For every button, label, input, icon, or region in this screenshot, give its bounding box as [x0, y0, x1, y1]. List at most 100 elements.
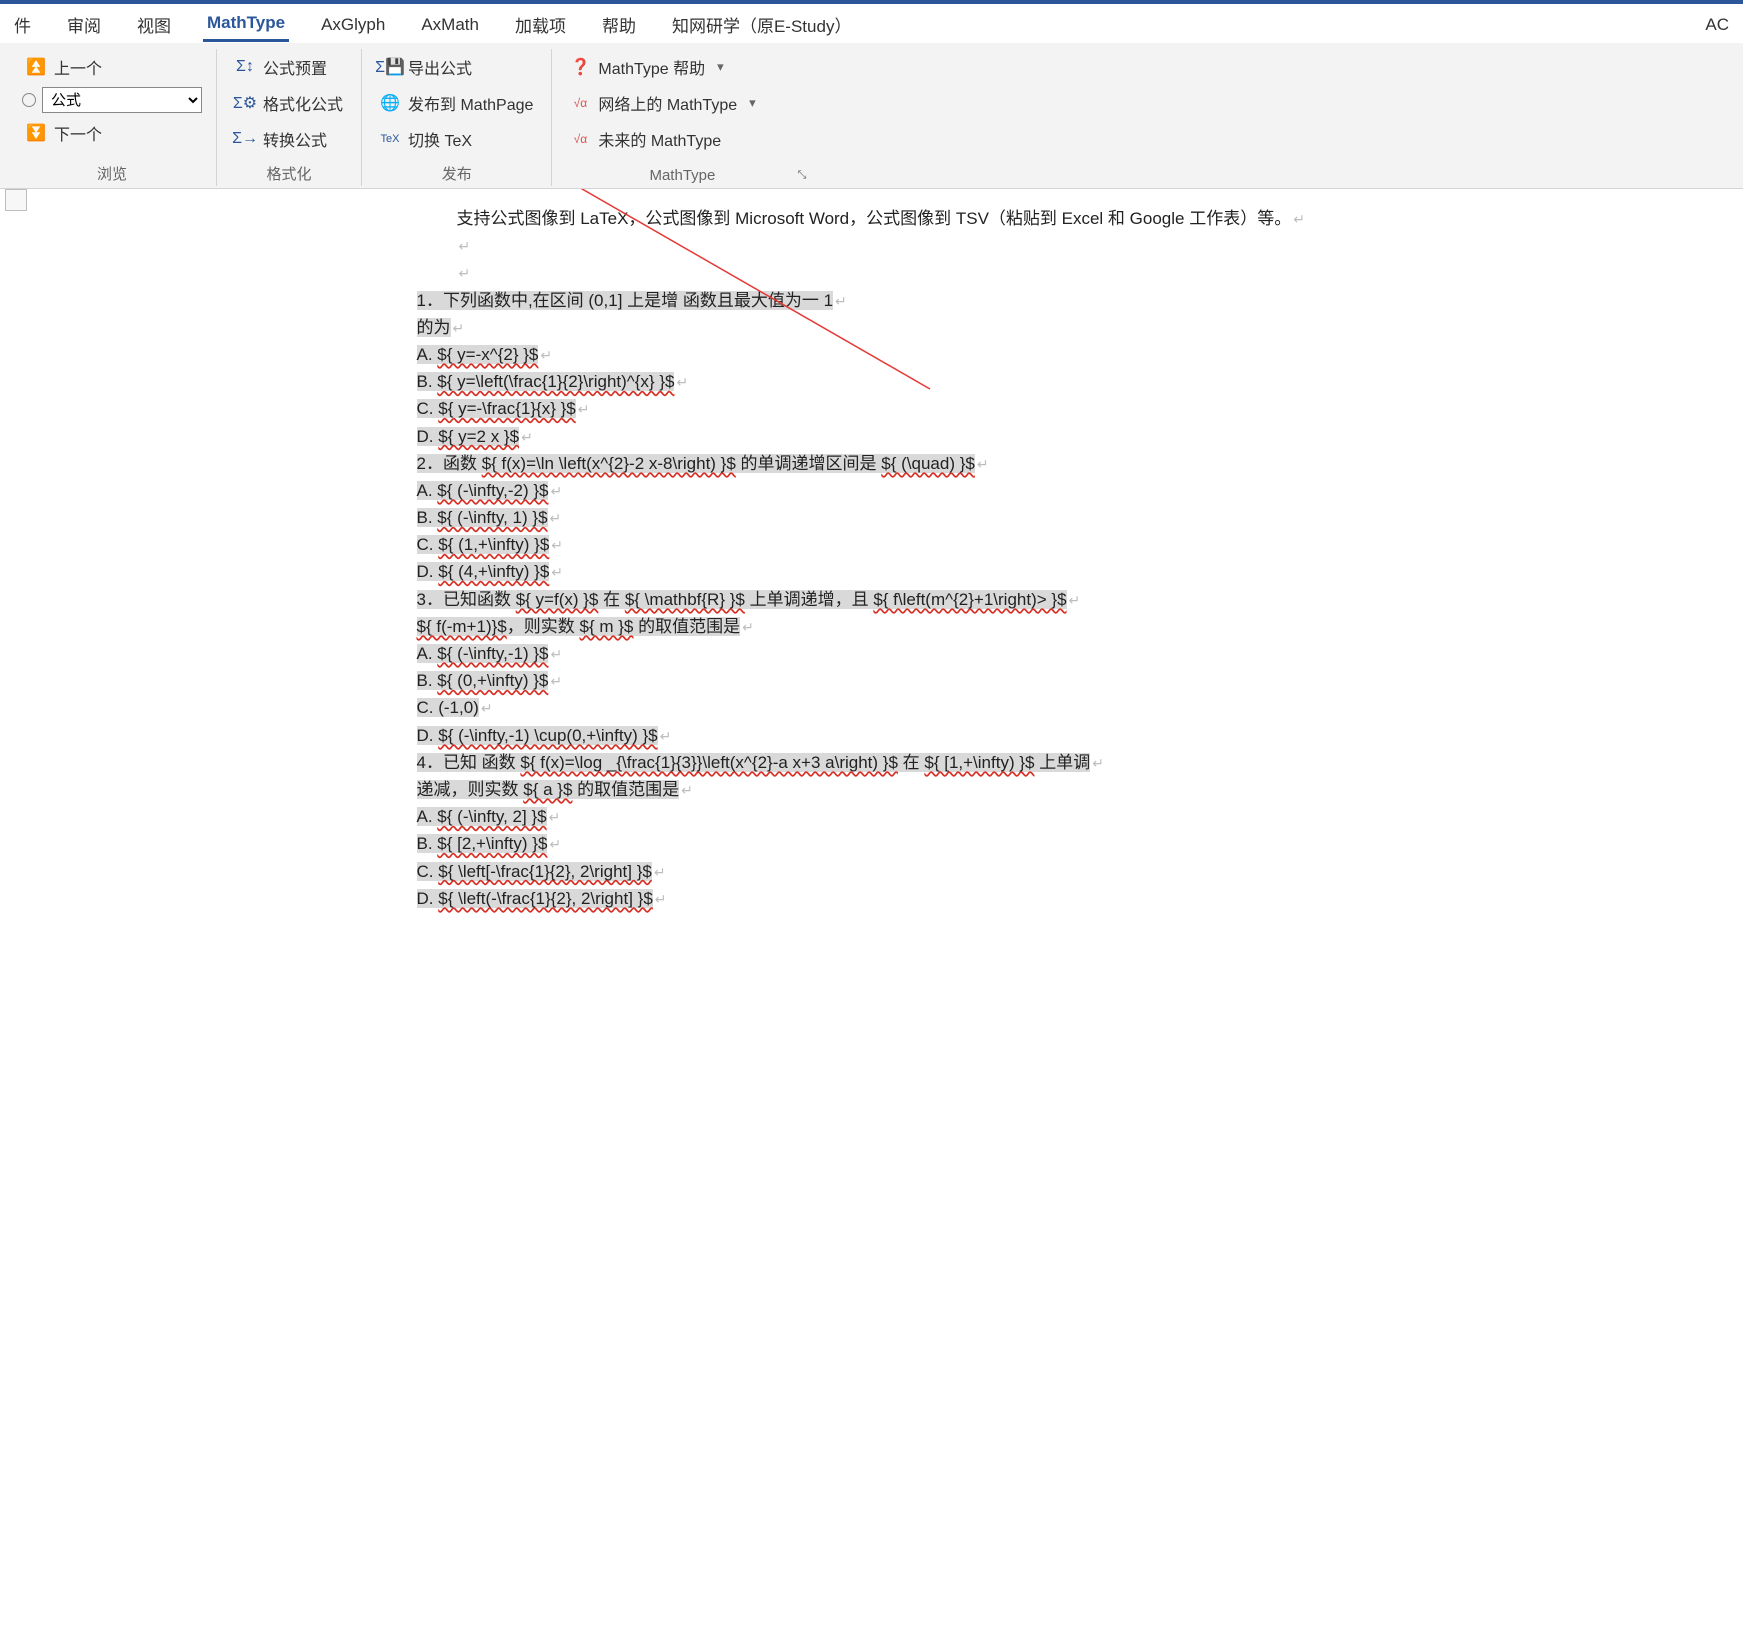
paragraph-mark-icon: ↵ — [835, 293, 847, 309]
mathtype-web-label: 网络上的 MathType — [598, 91, 737, 115]
mathtype-future-button[interactable]: √α 未来的 MathType — [566, 125, 798, 153]
doc-line: C. ${ (1,+\infty) }$↵ — [417, 531, 1357, 558]
tab-addins[interactable]: 加载项 — [511, 8, 570, 43]
paragraph-mark-icon: ↵ — [481, 700, 493, 716]
paragraph-mark-icon: ↵ — [676, 374, 688, 390]
doc-line: C. (-1,0)↵ — [417, 694, 1357, 721]
publish-tex-label: 切换 TeX — [408, 127, 472, 151]
paragraph-mark-icon: ↵ — [977, 456, 989, 472]
format-equation-button[interactable]: Σ⚙ 格式化公式 — [231, 89, 347, 117]
double-down-icon: ⏬ — [26, 123, 46, 143]
doc-line: B. ${ (0,+\infty) }$↵ — [417, 667, 1357, 694]
double-up-icon: ⏫ — [26, 57, 46, 77]
doc-line: D. ${ (-\infty,-1) \cup(0,+\infty) }$↵ — [417, 722, 1357, 749]
radio-icon[interactable] — [22, 93, 36, 107]
ribbon-group-mathtype: ❓ MathType 帮助 ▾ √α 网络上的 MathType ▾ √α 未来… — [552, 49, 812, 186]
paragraph-mark-icon: ↵ — [551, 537, 563, 553]
document-page[interactable]: 支持公式图像到 LaTeX，公式图像到 Microsoft Word，公式图像到… — [397, 189, 1377, 952]
paragraph-mark-icon: ↵ — [550, 673, 562, 689]
doc-line: A. ${ (-\infty,-1) }$↵ — [417, 640, 1357, 667]
doc-line: 2．函数 ${ f(x)=\ln \left(x^{2}-2 x-8\right… — [417, 450, 1357, 477]
mathtype-help-label: MathType 帮助 — [598, 55, 705, 79]
paragraph-mark-icon: ↵ — [655, 891, 667, 907]
browse-formula-row: 公式 — [22, 87, 202, 113]
tab-axmath[interactable]: AxMath — [417, 11, 483, 41]
blank-line: ↵ — [417, 259, 1357, 286]
doc-line: D. ${ (4,+\infty) }$↵ — [417, 558, 1357, 585]
paragraph-mark-icon: ↵ — [550, 510, 562, 526]
group-label-browse: 浏览 — [22, 159, 202, 186]
paragraph-mark-icon: ↵ — [540, 347, 552, 363]
paragraph-mark-icon: ↵ — [550, 483, 562, 499]
format-equation-label: 格式化公式 — [263, 91, 343, 115]
paragraph-mark-icon: ↵ — [549, 836, 561, 852]
paragraph-mark-icon: ↵ — [453, 320, 465, 336]
document-body: 1．下列函数中,在区间 (0,1] 上是增 函数且最大值为一 1↵的为↵A. $… — [417, 287, 1357, 912]
format-convert-button[interactable]: Σ→ 转换公式 — [231, 125, 347, 153]
sigma-convert-icon: Σ→ — [235, 129, 255, 149]
browse-next-button[interactable]: ⏬ 下一个 — [22, 119, 202, 147]
format-presets-label: 公式预置 — [263, 55, 327, 79]
tab-file[interactable]: 件 — [10, 8, 35, 43]
intro-paragraph: 支持公式图像到 LaTeX，公式图像到 Microsoft Word，公式图像到… — [417, 205, 1357, 232]
tab-ac[interactable]: AC — [1701, 11, 1733, 41]
future-icon: √α — [570, 129, 590, 149]
tab-axglyph[interactable]: AxGlyph — [317, 11, 389, 41]
paragraph-mark-icon: ↵ — [1293, 211, 1305, 227]
paragraph-mark-icon: ↵ — [660, 728, 672, 744]
sigma-format-icon: Σ⚙ — [235, 93, 255, 113]
publish-tex-button[interactable]: TeX 切换 TeX — [376, 125, 537, 153]
formula-type-select[interactable]: 公式 — [42, 87, 202, 113]
doc-line: 1．下列函数中,在区间 (0,1] 上是增 函数且最大值为一 1↵ — [417, 287, 1357, 314]
mathtype-web-button[interactable]: √α 网络上的 MathType ▾ — [566, 89, 798, 117]
tab-view[interactable]: 视图 — [133, 8, 175, 43]
dialog-launcher-icon[interactable]: ⤡ — [798, 169, 807, 182]
publish-mathpage-button[interactable]: 🌐 发布到 MathPage — [376, 89, 537, 117]
format-convert-label: 转换公式 — [263, 127, 327, 151]
doc-line: A. ${ y=-x^{2} }$↵ — [417, 341, 1357, 368]
browse-next-label: 下一个 — [54, 121, 102, 145]
browse-prev-button[interactable]: ⏫ 上一个 — [22, 53, 202, 81]
publish-export-button[interactable]: Σ💾 导出公式 — [376, 53, 537, 81]
document-area: 支持公式图像到 LaTeX，公式图像到 Microsoft Word，公式图像到… — [0, 189, 1743, 952]
publish-export-label: 导出公式 — [408, 55, 472, 79]
blank-line: ↵ — [417, 232, 1357, 259]
doc-line: C. ${ y=-\frac{1}{x} }$↵ — [417, 395, 1357, 422]
mathtype-help-button[interactable]: ❓ MathType 帮助 ▾ — [566, 53, 798, 81]
ribbon-group-browse: ⏫ 上一个 公式 ⏬ 下一个 浏览 — [8, 49, 217, 186]
doc-line: 4．已知 函数 ${ f(x)=\log _{\frac{1}{3}}\left… — [417, 749, 1357, 776]
publish-mathpage-label: 发布到 MathPage — [408, 91, 533, 115]
group-label-publish: 发布 — [376, 159, 537, 186]
tab-mathtype[interactable]: MathType — [203, 9, 289, 42]
paragraph-mark-icon: ↵ — [521, 429, 533, 445]
tab-cnki[interactable]: 知网研学（原E-Study） — [668, 8, 855, 43]
doc-line: D. ${ y=2 x }$↵ — [417, 423, 1357, 450]
paragraph-mark-icon: ↵ — [654, 864, 666, 880]
paragraph-mark-icon: ↵ — [551, 564, 563, 580]
doc-line: ${ f(-m+1)}$，则实数 ${ m }$ 的取值范围是↵ — [417, 613, 1357, 640]
doc-line: 的为↵ — [417, 314, 1357, 341]
paragraph-mark-icon: ↵ — [1069, 592, 1081, 608]
doc-line: 递减，则实数 ${ a }$ 的取值范围是↵ — [417, 776, 1357, 803]
ribbon-tab-strip: 件 审阅 视图 MathType AxGlyph AxMath 加载项 帮助 知… — [0, 4, 1743, 43]
paragraph-mark-icon: ↵ — [742, 619, 754, 635]
tab-review[interactable]: 审阅 — [63, 8, 105, 43]
help-icon: ❓ — [570, 57, 590, 77]
paragraph-mark-icon: ↵ — [681, 782, 693, 798]
doc-line: B. ${ (-\infty, 1) }$↵ — [417, 504, 1357, 531]
doc-line: A. ${ (-\infty,-2) }$↵ — [417, 477, 1357, 504]
paragraph-mark-icon: ↵ — [459, 265, 471, 281]
group-label-mathtype: MathType — [566, 163, 798, 186]
globe-icon: 🌐 — [380, 93, 400, 113]
paragraph-mark-icon: ↵ — [459, 238, 471, 254]
chevron-down-icon: ▾ — [717, 59, 724, 75]
sigma-preset-icon: Σ↕ — [235, 57, 255, 77]
doc-line: 3．已知函数 ${ y=f(x) }$ 在 ${ \mathbf{R} }$ 上… — [417, 586, 1357, 613]
tab-help[interactable]: 帮助 — [598, 8, 640, 43]
ribbon-content: ⏫ 上一个 公式 ⏬ 下一个 浏览 Σ↕ 公式预置 Σ⚙ 格 — [0, 43, 1743, 189]
paragraph-mark-icon: ↵ — [550, 646, 562, 662]
group-label-format: 格式化 — [231, 159, 347, 186]
export-icon: Σ💾 — [380, 57, 400, 77]
doc-line: C. ${ \left[-\frac{1}{2}, 2\right] }$↵ — [417, 858, 1357, 885]
format-presets-button[interactable]: Σ↕ 公式预置 — [231, 53, 347, 81]
